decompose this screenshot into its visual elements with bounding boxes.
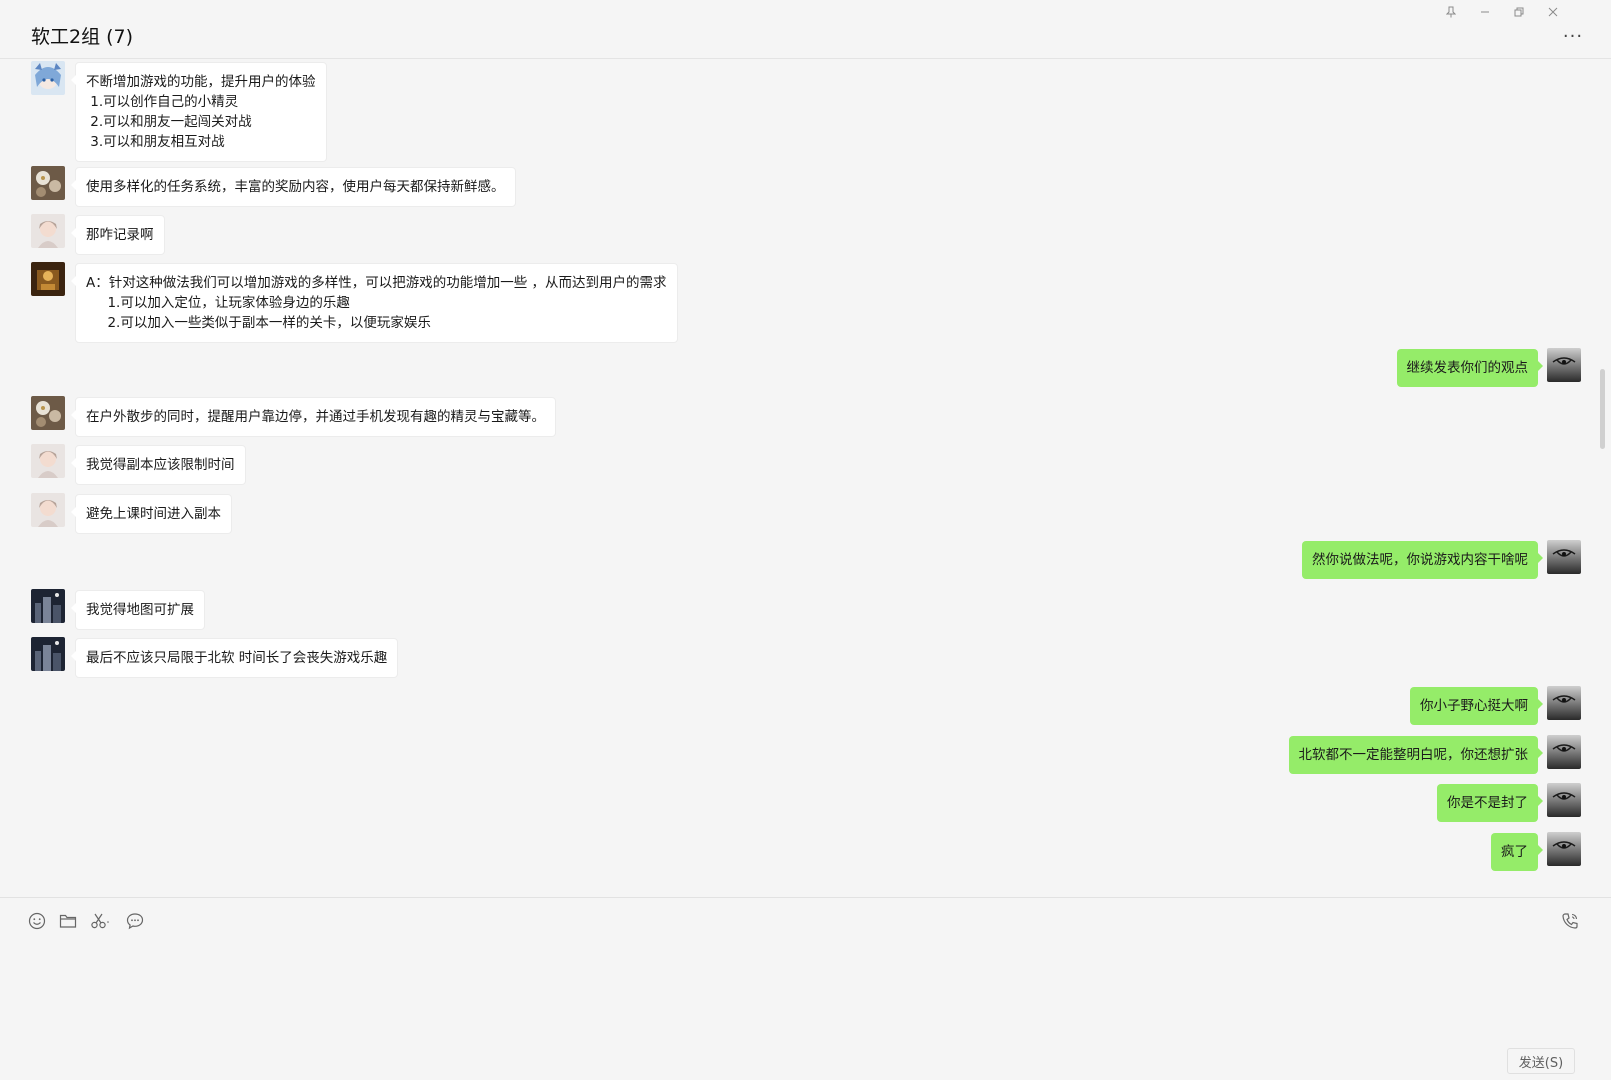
self-avatar[interactable] (1547, 832, 1581, 866)
message-bubble: 然你说做法呢，你说游戏内容干啥呢 (1302, 541, 1543, 579)
flower-photo-avatar[interactable] (31, 166, 65, 200)
emoji-icon[interactable] (26, 910, 48, 932)
girl-portrait-avatar[interactable] (31, 444, 65, 478)
message-bubble: 疯了 (1491, 833, 1543, 871)
message-bubble: A：针对这种做法我们可以增加游戏的多样性，可以把游戏的功能增加一些 ，从而达到用… (71, 263, 678, 343)
close-icon[interactable] (1539, 2, 1567, 22)
chat-bubble-icon[interactable] (124, 910, 146, 932)
night-city-avatar[interactable] (31, 589, 65, 623)
message-bubble: 我觉得副本应该限制时间 (71, 445, 246, 485)
more-options-button[interactable]: ··· (1561, 26, 1585, 47)
restore-icon[interactable] (1505, 2, 1533, 22)
message-bubble: 最后不应该只局限于北软 时间长了会丧失游戏乐趣 (70, 638, 399, 678)
chat-title: 软工2组 (7) (31, 26, 134, 48)
self-avatar[interactable] (1547, 686, 1581, 720)
golden-scene-avatar[interactable] (31, 262, 65, 296)
message-bubble: 那咋记录啊 (71, 215, 165, 255)
scrollbar-thumb[interactable] (1600, 369, 1605, 449)
message-bubble: 不断增加游戏的功能，提升用户的体验 1.可以创作自己的小精灵 2.可以和朋友一起… (71, 62, 327, 162)
message-bubble: 你是不是封了 (1437, 784, 1543, 822)
message-bubble: 使用多样化的任务系统，丰富的奖励内容，使用户每天都保持新鲜感。 (71, 167, 516, 207)
self-avatar[interactable] (1547, 348, 1581, 382)
anime-girl-avatar[interactable] (31, 61, 65, 95)
message-bubble: 北软都不一定能整明白呢，你还想扩张 (1288, 736, 1543, 774)
pin-icon[interactable] (1437, 2, 1465, 22)
message-bubble: 在户外散步的同时，提醒用户靠边停，并通过手机发现有趣的精灵与宝藏等。 (71, 397, 556, 437)
self-avatar[interactable] (1547, 735, 1581, 769)
message-bubble: 避免上课时间进入副本 (71, 494, 232, 534)
message-bubble: 继续发表你们的观点 (1396, 349, 1543, 387)
message-bubble: 你小子野心挺大啊 (1410, 687, 1543, 725)
flower-photo-avatar[interactable] (31, 396, 65, 430)
send-button[interactable]: 发送(S) (1507, 1048, 1575, 1074)
chat-header: 软工2组 (7) ··· (0, 0, 1611, 59)
minimize-icon[interactable] (1471, 2, 1499, 22)
message-composer[interactable]: 发送(S) (0, 897, 1611, 1080)
message-list[interactable]: 不断增加游戏的功能，提升用户的体验 1.可以创作自己的小精灵 2.可以和朋友一起… (0, 59, 1611, 897)
phone-icon[interactable] (1559, 910, 1581, 932)
self-avatar[interactable] (1547, 783, 1581, 817)
self-avatar[interactable] (1547, 540, 1581, 574)
folder-icon[interactable] (57, 910, 79, 932)
chat-window: 软工2组 (7) ··· 不断增加游戏的功能，提升用户的体验 1.可以创作自己的… (0, 0, 1611, 1080)
message-bubble: 我觉得地图可扩展 (71, 590, 205, 630)
girl-portrait-avatar[interactable] (31, 214, 65, 248)
scissors-icon[interactable] (89, 910, 111, 932)
girl-portrait-avatar[interactable] (31, 493, 65, 527)
night-city-avatar[interactable] (31, 637, 65, 671)
